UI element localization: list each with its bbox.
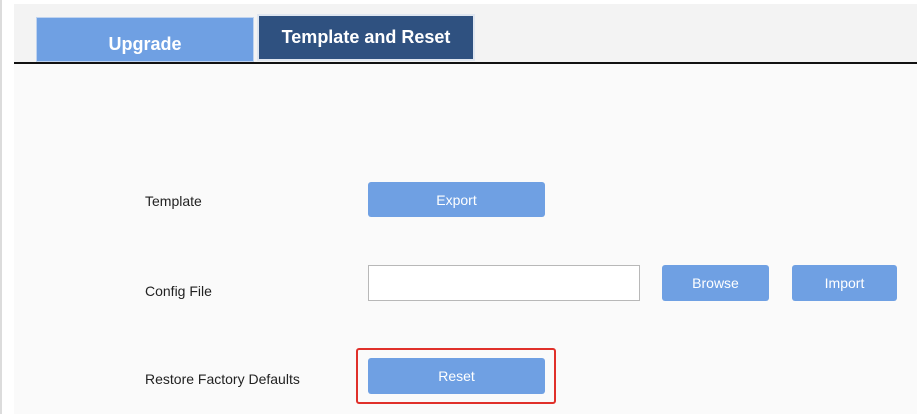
template-label: Template bbox=[145, 193, 202, 209]
import-button[interactable]: Import bbox=[792, 265, 897, 301]
config-file-input[interactable] bbox=[368, 265, 640, 301]
restore-factory-defaults-label: Restore Factory Defaults bbox=[145, 371, 300, 387]
tab-upgrade[interactable]: Upgrade bbox=[36, 17, 254, 62]
tab-template-and-reset[interactable]: Template and Reset bbox=[257, 14, 475, 61]
browse-button[interactable]: Browse bbox=[662, 265, 769, 301]
export-button[interactable]: Export bbox=[368, 182, 545, 217]
reset-button[interactable]: Reset bbox=[368, 358, 545, 394]
tab-upgrade-label: Upgrade bbox=[108, 34, 182, 54]
tab-template-and-reset-label: Template and Reset bbox=[281, 27, 451, 47]
config-file-label: Config File bbox=[145, 283, 212, 299]
page-left-border bbox=[0, 0, 2, 414]
tab-bar: Upgrade Template and Reset bbox=[14, 4, 917, 64]
